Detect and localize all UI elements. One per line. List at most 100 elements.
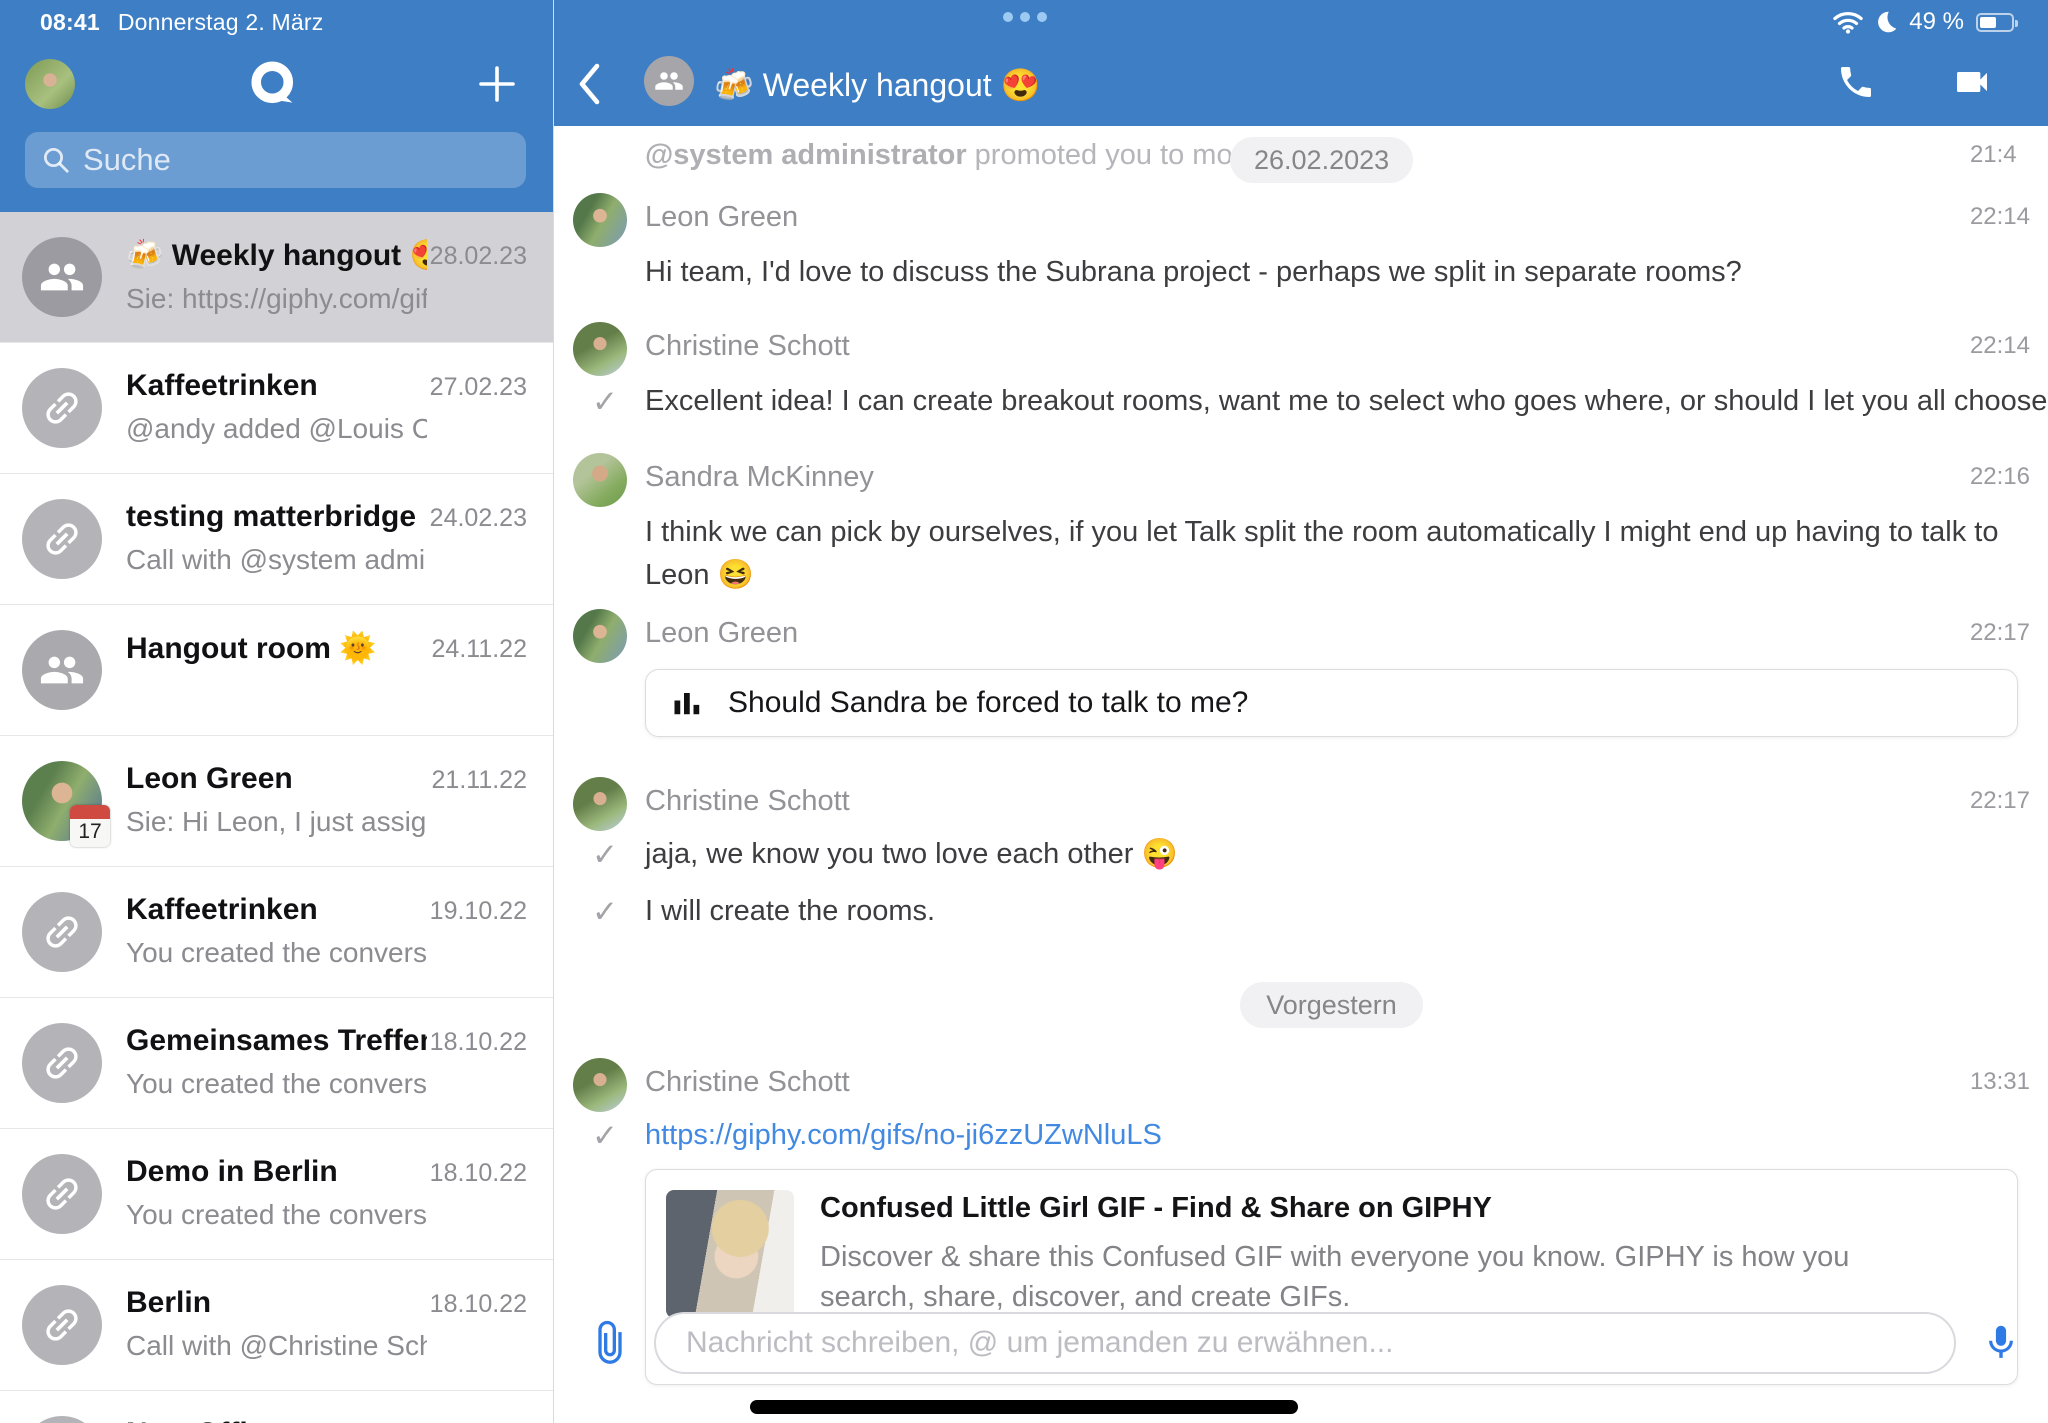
conversation-date: 21.11.22 <box>432 766 527 795</box>
message-line: ✓ I will create the rooms. <box>645 890 2018 933</box>
link-preview-image <box>666 1190 794 1318</box>
christine-avatar[interactable] <box>573 1058 627 1112</box>
message-text: Excellent idea! I can create breakout ro… <box>645 385 2048 417</box>
message-line: ✓ https://giphy.com/gifs/no-ji6zzUZwNluL… <box>645 1114 2018 1157</box>
status-time: 08:41 <box>40 9 100 35</box>
read-checkmark-icon: ✓ <box>592 1114 618 1157</box>
message-sender: Leon Green <box>645 617 798 649</box>
conversation-date: 27.02.23 <box>430 373 527 402</box>
paperclip-icon[interactable] <box>590 1319 630 1367</box>
message-line: ✓ jaja, we know you two love each other … <box>645 833 2018 876</box>
calendar-badge-icon: 17 <box>70 805 110 847</box>
message-group: Christine Schott 22:17 ✓ jaja, we know y… <box>645 785 2018 933</box>
message-time: 22:17 <box>1970 787 2030 815</box>
message-area: 26.02.2023 @system administrator promote… <box>554 126 2048 1423</box>
conversation-list: 🍻 Weekly hangout 😍 Sie: https://giphy.co… <box>0 212 553 1423</box>
search-placeholder: Suche <box>83 142 171 178</box>
sidebar: 08:41 Donnerstag 2. März Suche <box>0 0 554 1423</box>
conversation-subtitle: You created the conversation <box>126 937 427 971</box>
message-sender: Christine Schott <box>645 1066 850 1098</box>
conversation-leon-green[interactable]: 17 Leon Green Sie: Hi Leon, I just assig… <box>0 736 553 867</box>
conversation-subtitle <box>126 676 427 710</box>
link-icon <box>22 368 102 448</box>
plus-icon[interactable] <box>475 62 519 106</box>
message-group: Sandra McKinney 22:16 I think we can pic… <box>645 461 2018 597</box>
day-separator: Vorgestern <box>645 982 2018 1028</box>
message-time: 22:16 <box>1970 463 2030 491</box>
message-group: Leon Green 22:14 Hi team, I'd love to di… <box>645 201 2018 294</box>
conversation-demo-in-berlin[interactable]: Demo in Berlin You created the conversat… <box>0 1129 553 1260</box>
conversation-date: 19.10.22 <box>430 897 527 926</box>
sticky-date-pill: 26.02.2023 <box>1230 137 1413 183</box>
microphone-icon[interactable] <box>1984 1319 2018 1367</box>
leon-avatar[interactable] <box>573 193 627 247</box>
christine-avatar[interactable] <box>573 777 627 831</box>
christine-avatar[interactable] <box>573 322 627 376</box>
message-input-placeholder: Nachricht schreiben, @ um jemanden zu er… <box>686 1326 1393 1360</box>
chat-title[interactable]: 🍻 Weekly hangout 😍 <box>714 66 1040 104</box>
video-icon[interactable] <box>1950 62 1994 102</box>
conversation-date: 18.10.22 <box>430 1159 527 1188</box>
message-time: 13:31 <box>1970 1068 2030 1096</box>
battery-percent: 49 % <box>1909 8 1964 36</box>
message-line: ✓ Excellent idea! I can create breakout … <box>645 380 2018 423</box>
battery-icon <box>1976 13 2014 32</box>
status-time-date: 08:41 Donnerstag 2. März <box>40 9 323 36</box>
day-separator-label: Vorgestern <box>1240 982 1423 1028</box>
leon-avatar[interactable] <box>573 609 627 663</box>
conversation-title: Gemeinsames Treffen <box>126 1024 427 1058</box>
conversation-testing-matterbridge[interactable]: testing matterbridge Call with @system a… <box>0 474 553 605</box>
conversation-title: Leon Green <box>126 762 427 796</box>
message-sender: Christine Schott <box>645 785 850 817</box>
status-date: Donnerstag 2. März <box>118 9 324 35</box>
conversation-berlin[interactable]: Berlin Call with @Christine Schott an...… <box>0 1260 553 1391</box>
group-icon[interactable] <box>644 56 694 106</box>
conversation-subtitle: @andy added @Louis Chemine... <box>126 413 427 447</box>
talk-logo-icon <box>248 58 300 110</box>
message-sender: Christine Schott <box>645 330 850 362</box>
poll-icon <box>672 688 702 718</box>
wifi-icon <box>1833 10 1863 34</box>
conversation-subtitle: Call with @system administrato... <box>126 544 427 578</box>
conversation-weekly-hangout[interactable]: 🍻 Weekly hangout 😍 Sie: https://giphy.co… <box>0 212 553 343</box>
link-icon <box>22 1416 102 1423</box>
composer: Nachricht schreiben, @ um jemanden zu er… <box>584 1312 2018 1374</box>
home-indicator[interactable] <box>750 1400 1298 1414</box>
conversation-new-office[interactable]: New Office 29.09.22 <box>0 1391 553 1423</box>
conversation-kaffeetrinken-2[interactable]: Kaffeetrinken You created the conversati… <box>0 867 553 998</box>
multitask-dots-icon[interactable] <box>1003 12 1047 22</box>
search-input[interactable]: Suche <box>25 132 526 188</box>
my-avatar[interactable] <box>25 59 75 109</box>
group-icon <box>22 237 102 317</box>
poll-question: Should Sandra be forced to talk to me? <box>728 686 1248 720</box>
phone-icon[interactable] <box>1836 62 1876 102</box>
sandra-avatar[interactable] <box>573 453 627 507</box>
message-text: Hi team, I'd love to discuss the Subrana… <box>645 251 2018 294</box>
group-icon <box>22 630 102 710</box>
conversation-hangout-room[interactable]: Hangout room 🌞 24.11.22 <box>0 605 553 736</box>
read-checkmark-icon: ✓ <box>592 380 618 423</box>
conversation-gemeinsames-treffen[interactable]: Gemeinsames Treffen You created the conv… <box>0 998 553 1129</box>
status-icons: 49 % <box>1833 8 2014 36</box>
link-icon <box>22 499 102 579</box>
message-input[interactable]: Nachricht schreiben, @ um jemanden zu er… <box>654 1312 1956 1374</box>
message-time: 22:14 <box>1970 332 2030 360</box>
conversation-title: testing matterbridge <box>126 500 427 534</box>
message-link[interactable]: https://giphy.com/gifs/no-ji6zzUZwNluLS <box>645 1119 1162 1151</box>
leon-avatar: 17 <box>22 761 102 841</box>
poll-card[interactable]: Should Sandra be forced to talk to me? <box>645 669 2018 737</box>
system-message-actor: @system administrator <box>645 139 967 171</box>
chat-actions <box>1836 62 1994 102</box>
sidebar-header: 08:41 Donnerstag 2. März Suche <box>0 0 553 212</box>
moon-icon <box>1873 9 1899 35</box>
system-message-text: promoted you to mod <box>967 139 1249 171</box>
message-time: 22:14 <box>1970 203 2030 231</box>
conversation-kaffeetrinken-1[interactable]: Kaffeetrinken @andy added @Louis Chemine… <box>0 343 553 474</box>
conversation-subtitle: Sie: Hi Leon, I just assigned yo... <box>126 806 427 840</box>
conversation-date: 28.02.23 <box>430 242 527 271</box>
link-icon <box>22 1285 102 1365</box>
conversation-title: New Office <box>126 1417 427 1423</box>
conversation-date: 24.02.23 <box>430 504 527 533</box>
conversation-title: Demo in Berlin <box>126 1155 427 1189</box>
back-icon[interactable] <box>576 62 602 106</box>
